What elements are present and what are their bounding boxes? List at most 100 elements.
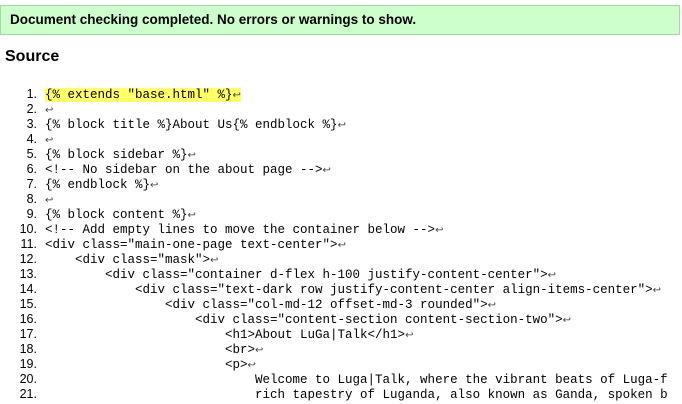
line-code: {% extends "base.html" %}↩ bbox=[45, 88, 241, 102]
line-text: <br> bbox=[45, 343, 256, 357]
source-line: 16. <div class="content-section content-… bbox=[0, 312, 682, 327]
line-end-icon: ↩ bbox=[487, 300, 496, 311]
source-line: 11. <div class="main-one-page text-center… bbox=[0, 237, 682, 252]
line-code: <div class="col-md-12 offset-md-3 rounde… bbox=[45, 298, 496, 312]
line-text: <!-- No sidebar on the about page --> bbox=[45, 163, 323, 177]
line-end-icon: ↩ bbox=[45, 195, 54, 206]
line-text: Welcome to Luga|Talk, where the vibrant … bbox=[45, 373, 668, 387]
line-code: Welcome to Luga|Talk, where the vibrant … bbox=[45, 373, 668, 387]
source-line: 14. <div class="text-dark row justify-co… bbox=[0, 282, 682, 297]
line-number: 3. bbox=[26, 117, 37, 131]
line-end-icon: ↩ bbox=[150, 180, 159, 191]
line-end-icon: ↩ bbox=[652, 285, 661, 296]
line-number: 19. bbox=[19, 357, 37, 371]
source-line: 3. {% block title %}About Us{% endblock %… bbox=[0, 117, 682, 132]
line-end-icon: ↩ bbox=[210, 255, 219, 266]
line-text: <div class="text-dark row justify-conten… bbox=[45, 283, 653, 297]
line-code: ↩ bbox=[45, 133, 53, 147]
line-text: <div class="main-one-page text-center"> bbox=[45, 238, 338, 252]
line-number: 6. bbox=[26, 162, 37, 176]
line-number: 17. bbox=[19, 327, 37, 341]
source-line: 4. ↩ bbox=[0, 132, 682, 147]
line-code: {% block title %}About Us{% endblock %}↩ bbox=[45, 118, 346, 132]
line-text: {% block sidebar %} bbox=[45, 148, 188, 162]
line-number: 7. bbox=[26, 177, 37, 191]
line-code: <div class="container d-flex h-100 justi… bbox=[45, 268, 556, 282]
line-text: <div class="container d-flex h-100 justi… bbox=[45, 268, 548, 282]
source-line: 19. <p>↩ bbox=[0, 357, 682, 372]
line-number: 18. bbox=[19, 342, 37, 356]
line-text: {% endblock %} bbox=[45, 178, 151, 192]
line-text: {% block title %}About Us{% endblock %} bbox=[45, 118, 338, 132]
line-text: <div class="col-md-12 offset-md-3 rounde… bbox=[45, 298, 488, 312]
validation-status-banner: Document checking completed. No errors o… bbox=[0, 5, 680, 35]
line-end-icon: ↩ bbox=[45, 105, 54, 116]
line-number: 2. bbox=[26, 102, 37, 116]
line-number: 11. bbox=[20, 237, 37, 251]
line-end-icon: ↩ bbox=[232, 90, 241, 101]
line-number: 12. bbox=[19, 252, 37, 266]
line-text: {% block content %} bbox=[45, 208, 188, 222]
source-heading: Source bbox=[5, 48, 60, 65]
line-code: {% block sidebar %}↩ bbox=[45, 148, 196, 162]
line-code: <div class="mask">↩ bbox=[45, 253, 218, 267]
source-line: 5. {% block sidebar %}↩ bbox=[0, 147, 682, 162]
line-text: <div class="mask"> bbox=[45, 253, 211, 267]
line-end-icon: ↩ bbox=[187, 150, 196, 161]
line-code: rich tapestry of Luganda, also known as … bbox=[45, 388, 668, 402]
source-line: 8. ↩ bbox=[0, 192, 682, 207]
line-code: {% block content %}↩ bbox=[45, 208, 196, 222]
line-code: <h1>About LuGa|Talk</h1>↩ bbox=[45, 328, 413, 342]
line-text: <!-- Add empty lines to move the contain… bbox=[45, 223, 436, 237]
line-end-icon: ↩ bbox=[435, 225, 444, 236]
line-end-icon: ↩ bbox=[562, 315, 571, 326]
line-code: <!-- Add empty lines to move the contain… bbox=[45, 223, 443, 237]
line-code: ↩ bbox=[45, 103, 53, 117]
line-end-icon: ↩ bbox=[405, 330, 414, 341]
line-code: <br>↩ bbox=[45, 343, 263, 357]
line-number: 1. bbox=[26, 87, 37, 101]
status-message: Document checking completed. No errors o… bbox=[10, 12, 417, 27]
source-line: 17. <h1>About LuGa|Talk</h1>↩ bbox=[0, 327, 682, 342]
source-line: 1. {% extends "base.html" %}↩ bbox=[0, 87, 682, 102]
source-line: 7. {% endblock %}↩ bbox=[0, 177, 682, 192]
line-text: rich tapestry of Luganda, also known as … bbox=[45, 388, 668, 402]
line-end-icon: ↩ bbox=[187, 210, 196, 221]
line-code: <p>↩ bbox=[45, 358, 256, 372]
line-number: 9. bbox=[26, 207, 37, 221]
source-line: 2. ↩ bbox=[0, 102, 682, 117]
source-line: 21. rich tapestry of Luganda, also known… bbox=[0, 387, 682, 402]
line-end-icon: ↩ bbox=[337, 120, 346, 131]
line-end-icon: ↩ bbox=[45, 135, 54, 146]
line-code: {% endblock %}↩ bbox=[45, 178, 158, 192]
line-end-icon: ↩ bbox=[247, 360, 256, 371]
line-code: <!-- No sidebar on the about page -->↩ bbox=[45, 163, 331, 177]
line-number: 8. bbox=[26, 192, 37, 206]
source-line: 9. {% block content %}↩ bbox=[0, 207, 682, 222]
source-line: 12. <div class="mask">↩ bbox=[0, 252, 682, 267]
line-number: 13. bbox=[19, 267, 37, 281]
source-line: 10. <!-- Add empty lines to move the cont… bbox=[0, 222, 682, 237]
line-code: <div class="content-section content-sect… bbox=[45, 313, 571, 327]
line-end-icon: ↩ bbox=[547, 270, 556, 281]
source-line: 20. Welcome to Luga|Talk, where the vibr… bbox=[0, 372, 682, 387]
line-number: 10. bbox=[19, 222, 37, 236]
source-line: 6. <!-- No sidebar on the about page -->↩ bbox=[0, 162, 682, 177]
line-text: {% extends "base.html" %} bbox=[45, 88, 233, 102]
line-text: <h1>About LuGa|Talk</h1> bbox=[45, 328, 406, 342]
line-number: 20. bbox=[19, 372, 37, 386]
line-end-icon: ↩ bbox=[322, 165, 331, 176]
source-line: 13. <div class="container d-flex h-100 j… bbox=[0, 267, 682, 282]
line-number: 4. bbox=[26, 132, 37, 146]
source-listing: 1. {% extends "base.html" %}↩ 2. ↩ 3. {% bloc… bbox=[0, 87, 682, 402]
line-end-icon: ↩ bbox=[255, 345, 264, 356]
line-end-icon: ↩ bbox=[337, 240, 346, 251]
line-code: <div class="main-one-page text-center">↩ bbox=[45, 238, 346, 252]
line-code: <div class="text-dark row justify-conten… bbox=[45, 283, 661, 297]
line-text: <p> bbox=[45, 358, 248, 372]
line-code: ↩ bbox=[45, 193, 53, 207]
line-number: 16. bbox=[19, 312, 37, 326]
line-number: 5. bbox=[26, 147, 37, 161]
line-number: 15. bbox=[19, 297, 37, 311]
line-number: 21. bbox=[19, 387, 37, 401]
